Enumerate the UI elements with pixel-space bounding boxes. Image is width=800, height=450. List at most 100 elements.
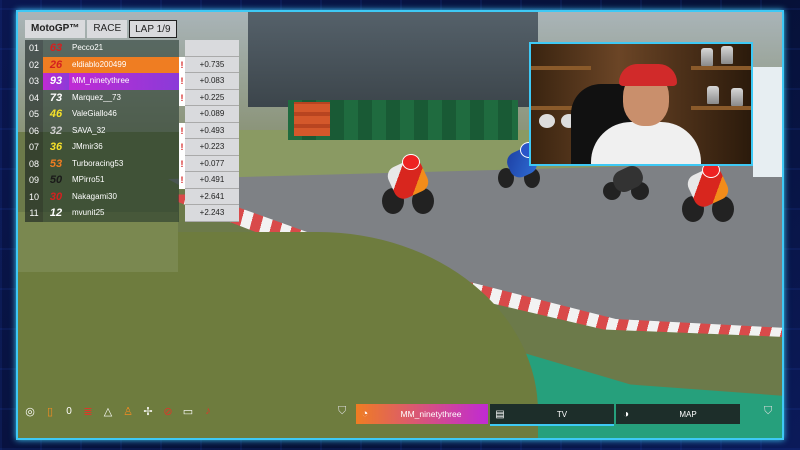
streamer-cap (619, 64, 677, 86)
trophy (731, 88, 743, 106)
no-eye-icon[interactable]: ⊘ (161, 404, 175, 418)
leaderboard-row: 01 63 Pecco21 (25, 40, 247, 57)
tv-label: TV (556, 409, 568, 419)
position-label: 11 (25, 205, 43, 222)
rider-bike (603, 160, 651, 200)
position-label: 05 (25, 106, 43, 123)
position-label: 10 (25, 188, 43, 205)
time-gap: +2.641 (185, 188, 239, 205)
rider-bike (380, 154, 436, 214)
stream-overlay: MotoGP™ RACE LAP 1/9 01 63 Pecco21 02 26 eldi… (0, 0, 800, 450)
position-label: 02 (25, 56, 43, 73)
tv-icon: ▤ (495, 408, 505, 420)
shelf (531, 66, 591, 70)
time-gap: +0.735 (185, 56, 239, 73)
selected-player-name: MM_ninetythree (400, 409, 462, 419)
time-gap: +0.493 (185, 122, 239, 139)
target-icon[interactable]: ◎ (23, 404, 37, 418)
time-gap: +0.225 (185, 89, 239, 106)
grandstand (248, 12, 538, 107)
time-gap: +0.077 (185, 155, 239, 172)
rider-name: Turboracing53 (69, 155, 179, 172)
leaderboard-row: 09 50 MPirro51! +0.491 (25, 172, 247, 189)
leaderboard-row: 06 32 SAVA_32! +0.493 (25, 122, 247, 139)
rider-number: 50 (43, 172, 69, 189)
helmet-display (539, 114, 555, 128)
rider-number: 46 (43, 106, 69, 123)
time-gap: +0.089 (185, 106, 239, 123)
rider-name: MM_ninetythree (69, 73, 179, 90)
helmet-icon: ◔ (361, 408, 369, 420)
microphone-icon[interactable]: ♪ (201, 404, 215, 418)
leaderboard-row: 10 30 Nakagami30 +2.641 (25, 188, 247, 205)
rider-number: 36 (43, 139, 69, 156)
shield-icon[interactable]: ⛉ (338, 405, 346, 418)
rider-number: 30 (43, 188, 69, 205)
rider-bike (680, 162, 736, 222)
map-label: MAP (679, 409, 697, 419)
bottom-hud-bar: ◎ ▯ 0 ≣ △ ♙ ✢ ⊘ ▭ ♪ ⛉ ◔ MM_ninetythree ▤… (18, 400, 782, 428)
rider-number: 63 (43, 40, 69, 57)
rider-name: mvunit25 (69, 205, 179, 222)
series-logo: MotoGP™ (25, 20, 86, 38)
rider-number: 53 (43, 155, 69, 172)
list-icon[interactable]: ≣ (81, 404, 95, 418)
lap-counter: LAP 1/9 (129, 20, 177, 38)
trophy (701, 48, 713, 66)
map-button[interactable]: ◑ MAP (616, 404, 740, 424)
leaderboard-row: 02 26 eldiablo200499! +0.735 (25, 56, 247, 73)
triangle-icon[interactable]: △ (101, 404, 115, 418)
leaderboard-row: 11 12 mvunit25 +2.243 (25, 205, 247, 222)
leaderboard-rows: 01 63 Pecco21 02 26 eldiablo200499! +0.735 03 93… (25, 40, 247, 222)
shield-outline-icon[interactable]: ⛉ (764, 405, 772, 418)
rider-name: JMmir36 (69, 139, 179, 156)
time-gap: +0.083 (185, 73, 239, 90)
tyre-wall (294, 102, 330, 136)
rider-name: Pecco21 (69, 40, 179, 57)
keyboard-icon[interactable]: ▭ (181, 404, 195, 418)
session-label: RACE (87, 20, 128, 38)
rider-name: Marquez__73 (69, 89, 179, 106)
trophy (721, 46, 733, 64)
shelf (691, 66, 751, 70)
time-gap: +2.243 (185, 205, 239, 222)
trophy (707, 86, 719, 104)
door-icon[interactable]: ▯ (43, 404, 57, 418)
rider-name: eldiablo200499 (69, 56, 179, 73)
position-label: 04 (25, 89, 43, 106)
position-label: 06 (25, 122, 43, 139)
rider-number: 32 (43, 122, 69, 139)
time-gap (185, 40, 239, 57)
leaderboard-row: 04 73 Marquez__73! +0.225 (25, 89, 247, 106)
hud-counter: 0 (66, 405, 72, 417)
rider-number: 26 (43, 56, 69, 73)
webcam-feed (529, 42, 753, 166)
streamer-shirt (591, 122, 701, 164)
leaderboard-row: 05 46 ValeGiallo46 +0.089 (25, 106, 247, 123)
hud-icon-row: ◎ ▯ 0 ≣ △ ♙ ✢ ⊘ ▭ ♪ (23, 404, 215, 418)
shelf (691, 106, 751, 110)
bike-icon[interactable]: ✢ (141, 404, 155, 418)
leaderboard: MotoGP™ RACE LAP 1/9 01 63 Pecco21 02 26 eldi… (25, 20, 247, 222)
leaderboard-header: MotoGP™ RACE LAP 1/9 (25, 20, 247, 38)
position-label: 08 (25, 155, 43, 172)
leaderboard-row: 07 36 JMmir36! +0.223 (25, 139, 247, 156)
person-icon[interactable]: ♙ (121, 404, 135, 418)
camera-player-selector[interactable]: ◔ MM_ninetythree (356, 404, 488, 424)
position-label: 09 (25, 172, 43, 189)
rider-name: ValeGiallo46 (69, 106, 179, 123)
tv-camera-button[interactable]: ▤ TV (490, 404, 614, 426)
rider-number: 12 (43, 205, 69, 222)
position-label: 07 (25, 139, 43, 156)
position-label: 03 (25, 73, 43, 90)
rider-number: 73 (43, 89, 69, 106)
position-label: 01 (25, 40, 43, 57)
rider-name: SAVA_32 (69, 122, 179, 139)
rider-name: Nakagami30 (69, 188, 179, 205)
time-gap: +0.491 (185, 172, 239, 189)
time-gap: +0.223 (185, 139, 239, 156)
leaderboard-row: 08 53 Turboracing53! +0.077 (25, 155, 247, 172)
rider-name: MPirro51 (69, 172, 179, 189)
rider-number: 93 (43, 73, 69, 90)
sponsor-panel (753, 67, 782, 177)
